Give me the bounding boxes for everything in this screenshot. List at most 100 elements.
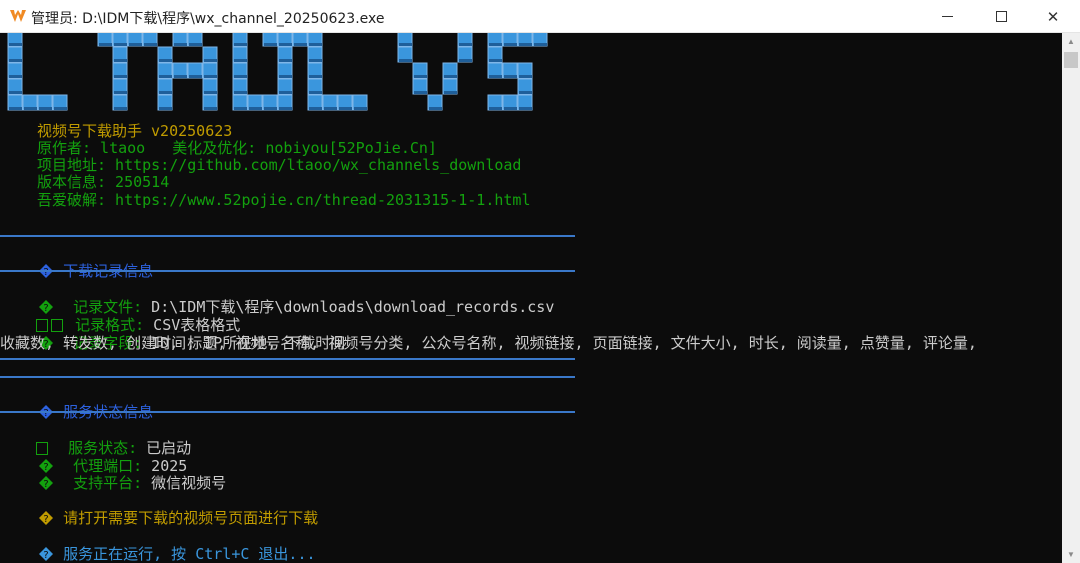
record-fields-line-continued: 收藏数, 转发数, 创建时间, IP所在地, 下载时间: [0, 334, 346, 352]
banner-block-shadow: [144, 43, 157, 46]
banner-block-shadow: [234, 107, 247, 110]
banner-block-shadow: [204, 75, 217, 78]
banner-block-shadow: [204, 91, 217, 94]
maximize-icon: [995, 11, 1007, 22]
title-bar: 管理员: D:\IDM下载\程序\wx_channel_20250623.exe…: [0, 0, 1080, 33]
banner-block-shadow: [309, 91, 322, 94]
console-output[interactable]: 视频号下载助手 v20250623 原作者: ltaoo 美化及优化: nobi…: [0, 33, 1062, 563]
divider: [0, 235, 575, 237]
app-title-line: 视频号下载助手 v20250623: [37, 122, 233, 140]
svg-text:?: ?: [43, 267, 48, 278]
banner-block-shadow: [159, 91, 172, 94]
banner-block-shadow: [339, 107, 352, 110]
vertical-scrollbar[interactable]: ▲ ▼: [1062, 33, 1080, 563]
banner-block-shadow: [294, 43, 307, 46]
banner-block-shadow: [24, 107, 37, 110]
record-format-line: 记录格式: CSV表格格式: [0, 300, 240, 334]
banner-block-shadow: [504, 43, 517, 46]
scrollbar-thumb[interactable]: [1064, 52, 1078, 68]
divider: [0, 411, 575, 413]
prompt-line: ? 请打开需要下载的视频号页面进行下载: [0, 493, 318, 527]
banner-block-shadow: [9, 75, 22, 78]
scroll-down-arrow-icon[interactable]: ▼: [1062, 546, 1080, 563]
banner-block-shadow: [234, 91, 247, 94]
banner-block-shadow: [324, 107, 337, 110]
banner-block-shadow: [114, 107, 127, 110]
banner-block-shadow: [204, 59, 217, 62]
ascii-banner: [7, 33, 548, 111]
banner-block-shadow: [444, 91, 457, 94]
banner-block-shadow: [519, 91, 532, 94]
proxy-port-line: ? 代理端口: 2025: [0, 441, 187, 475]
maximize-button[interactable]: [978, 0, 1024, 33]
banner-block-shadow: [174, 43, 187, 46]
svg-text:?: ?: [43, 514, 48, 525]
banner-block-shadow: [234, 43, 247, 46]
banner-block-shadow: [189, 75, 202, 78]
banner-block-shadow: [39, 107, 52, 110]
record-fields-line: ? 记录字段: ID, 标题, 视频号名称, 视频号分类, 公众号名称, 视频链接…: [0, 318, 977, 352]
banner-block-shadow: [9, 43, 22, 46]
banner-block-shadow: [489, 107, 502, 110]
banner-block-shadow: [114, 91, 127, 94]
banner-block-shadow: [9, 91, 22, 94]
svg-text:?: ?: [43, 408, 48, 419]
close-button[interactable]: ✕: [1030, 0, 1076, 33]
banner-block-shadow: [459, 59, 472, 62]
banner-block-shadow: [234, 75, 247, 78]
banner-block-shadow: [159, 107, 172, 110]
banner-block-shadow: [459, 43, 472, 46]
running-line: ? 服务正在运行, 按 Ctrl+C 退出...: [0, 529, 316, 563]
banner-block-shadow: [114, 75, 127, 78]
diamond-icon: ?: [39, 511, 54, 525]
banner-block-shadow: [264, 43, 277, 46]
records-heading: ? 下载记录信息: [0, 246, 153, 280]
close-icon: ✕: [1046, 7, 1060, 26]
banner-block-shadow: [489, 43, 502, 46]
banner-block-shadow: [279, 91, 292, 94]
banner-block-shadow: [504, 75, 517, 78]
banner-block-shadow: [309, 107, 322, 110]
scroll-up-arrow-icon[interactable]: ▲: [1062, 33, 1080, 50]
banner-block-shadow: [519, 107, 532, 110]
banner-block-shadow: [114, 43, 127, 46]
banner-block-shadow: [309, 59, 322, 62]
divider: [0, 358, 575, 360]
banner-block-shadow: [204, 107, 217, 110]
banner-block-shadow: [519, 75, 532, 78]
banner-block-shadow: [399, 43, 412, 46]
banner-block-shadow: [9, 107, 22, 110]
banner-block-shadow: [249, 107, 262, 110]
service-status-line: 服务状态: 已启动: [0, 423, 191, 457]
minimize-button[interactable]: [924, 0, 970, 33]
window-title: 管理员: D:\IDM下载\程序\wx_channel_20250623.exe: [31, 11, 385, 27]
service-heading: ? 服务状态信息: [0, 387, 153, 421]
diamond-icon: ?: [39, 476, 54, 490]
banner-block-shadow: [414, 91, 427, 94]
banner-block-shadow: [354, 107, 367, 110]
minimize-icon: [941, 16, 953, 17]
banner-block-shadow: [519, 43, 532, 46]
banner-block-shadow: [279, 59, 292, 62]
forum-line: 吾爱破解: https://www.52pojie.cn/thread-2031…: [37, 191, 531, 209]
banner-block-shadow: [489, 59, 502, 62]
project-line: 项目地址: https://github.com/ltaoo/wx_channe…: [37, 156, 522, 174]
author-line: 原作者: ltaoo 美化及优化: nobiyou[52PoJie.Cn]: [37, 139, 437, 157]
banner-block-shadow: [534, 43, 547, 46]
banner-block-shadow: [309, 75, 322, 78]
platform-line: ? 支持平台: 微信视频号: [0, 458, 226, 492]
diamond-icon: ?: [39, 547, 54, 561]
banner-block-shadow: [504, 107, 517, 110]
banner-block-shadow: [264, 107, 277, 110]
svg-text:?: ?: [43, 550, 48, 561]
record-file-line: ? 记录文件: D:\IDM下载\程序\downloads\download_re…: [0, 282, 554, 316]
banner-block-shadow: [159, 59, 172, 62]
app-icon: [10, 10, 26, 22]
banner-block-shadow: [174, 75, 187, 78]
banner-block-shadow: [429, 107, 442, 110]
banner-block-shadow: [279, 107, 292, 110]
banner-block-shadow: [399, 59, 412, 62]
banner-block-shadow: [444, 75, 457, 78]
banner-block-shadow: [414, 75, 427, 78]
banner-block-shadow: [9, 59, 22, 62]
